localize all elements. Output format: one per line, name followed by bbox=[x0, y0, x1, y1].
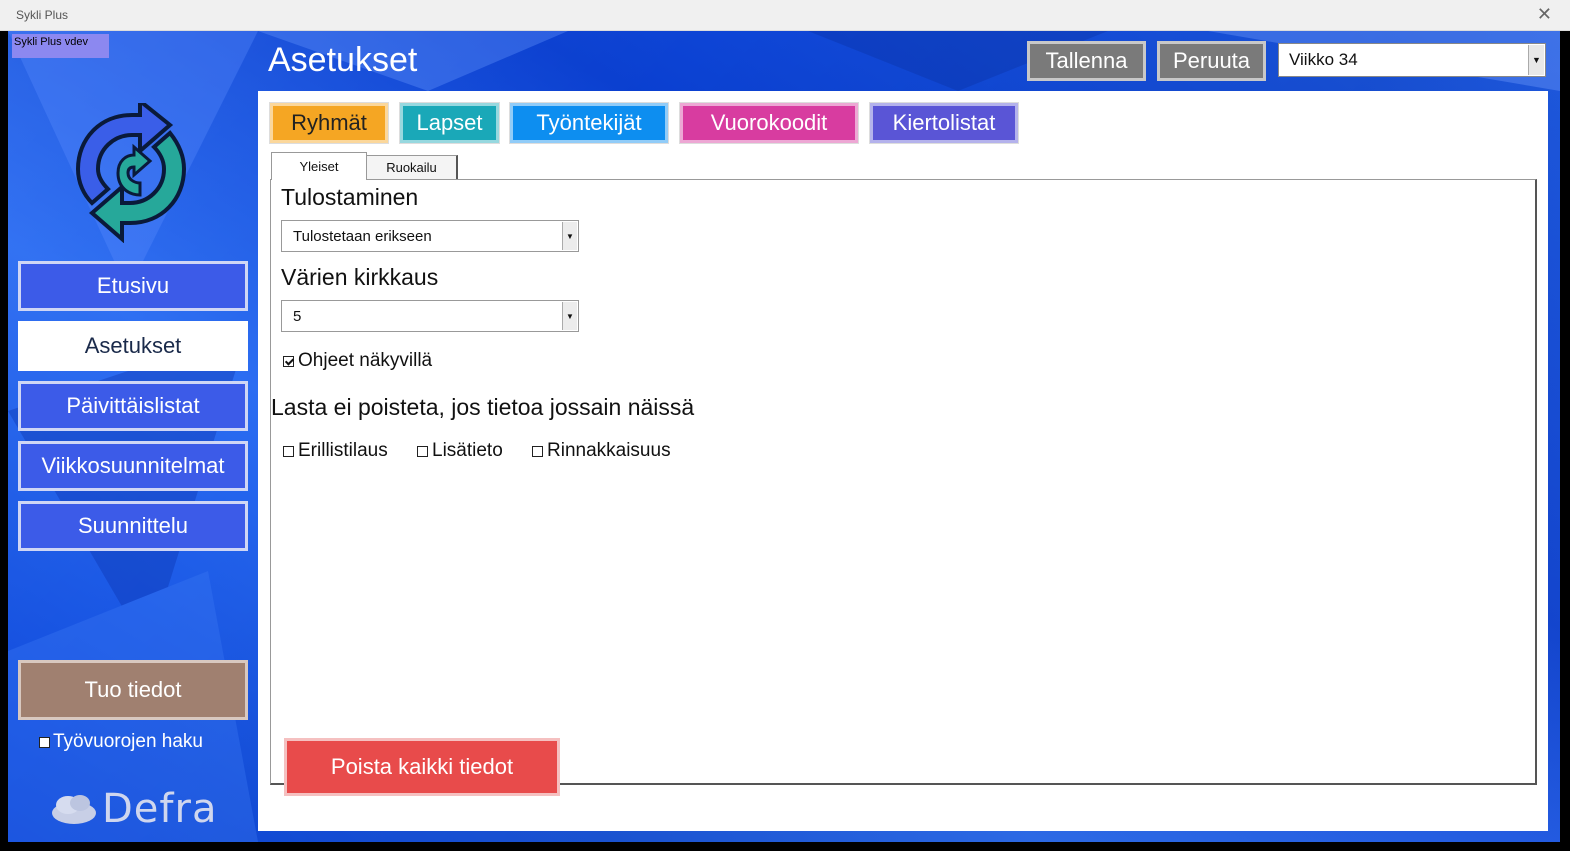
checkbox-icon[interactable] bbox=[532, 445, 543, 457]
no-delete-heading: Lasta ei poisteta, jos tietoa jossain nä… bbox=[271, 394, 695, 420]
sidebar-item-etusivu[interactable]: Etusivu bbox=[18, 261, 248, 311]
erillistilaus-checkbox[interactable]: Erillistilaus bbox=[283, 440, 388, 462]
defra-logo: Defra bbox=[50, 785, 230, 833]
brightness-select[interactable]: 5 ▼ bbox=[281, 300, 579, 332]
rinnakkaisuus-label: Rinnakkaisuus bbox=[547, 440, 671, 461]
show-instructions-checkbox[interactable]: Ohjeet näkyvillä bbox=[283, 350, 432, 372]
page-title: Asetukset bbox=[268, 41, 418, 79]
chevron-down-icon[interactable]: ▼ bbox=[1528, 45, 1544, 75]
import-data-button[interactable]: Tuo tiedot bbox=[18, 660, 248, 720]
brightness-select-value: 5 bbox=[293, 308, 302, 325]
chevron-down-icon[interactable]: ▼ bbox=[562, 302, 577, 330]
app-logo bbox=[75, 103, 187, 243]
lisatieto-checkbox[interactable]: Lisätieto bbox=[417, 440, 503, 462]
category-ryhmat-button[interactable]: Ryhmät bbox=[269, 102, 389, 144]
category-kiertolistat-button[interactable]: Kiertolistat bbox=[869, 102, 1019, 144]
checkbox-icon[interactable] bbox=[417, 445, 428, 457]
sidebar-item-viikkosuunnitelmat[interactable]: Viikkosuunnitelmat bbox=[18, 441, 248, 491]
settings-panel: Tulostaminen Tulostetaan erikseen ▼ Väri… bbox=[270, 179, 1537, 796]
erillistilaus-label: Erillistilaus bbox=[298, 440, 388, 461]
main-content: Ryhmät Lapset Työntekijät Vuorokoodit Ki… bbox=[258, 91, 1548, 831]
version-badge: Sykli Plus vdev bbox=[12, 34, 109, 58]
printing-select-value: Tulostetaan erikseen bbox=[293, 228, 432, 245]
app-window: Sykli Plus vdev Etusivu Asetukset Päivit… bbox=[8, 31, 1560, 842]
sidebar-item-paivittaislistat[interactable]: Päivittäislistat bbox=[18, 381, 248, 431]
close-icon[interactable]: ✕ bbox=[1537, 4, 1552, 25]
chevron-down-icon[interactable]: ▼ bbox=[562, 222, 577, 250]
printing-select[interactable]: Tulostetaan erikseen ▼ bbox=[281, 220, 579, 252]
cloud-icon bbox=[52, 795, 96, 824]
sidebar-item-asetukset[interactable]: Asetukset bbox=[18, 321, 248, 371]
tab-yleiset[interactable]: Yleiset bbox=[271, 152, 367, 180]
delete-all-button[interactable]: Poista kaikki tiedot bbox=[284, 738, 560, 796]
week-select[interactable]: Viikko 34 ▼ bbox=[1278, 43, 1546, 77]
show-instructions-label: Ohjeet näkyvillä bbox=[298, 350, 433, 371]
brightness-label: Värien kirkkaus bbox=[281, 264, 439, 290]
sidebar-item-suunnittelu[interactable]: Suunnittelu bbox=[18, 501, 248, 551]
cancel-button[interactable]: Peruuta bbox=[1157, 41, 1266, 81]
brand-name: Defra bbox=[102, 786, 218, 832]
lisatieto-label: Lisätieto bbox=[432, 440, 503, 461]
checkbox-checked-icon[interactable] bbox=[283, 355, 294, 367]
checkbox-icon[interactable] bbox=[39, 736, 50, 748]
checkbox-icon[interactable] bbox=[283, 445, 294, 457]
save-button[interactable]: Tallenna bbox=[1027, 41, 1146, 81]
shift-fetch-checkbox[interactable]: Työvuorojen haku bbox=[39, 731, 203, 753]
window-titlebar: Sykli Plus ✕ bbox=[0, 0, 1570, 31]
category-vuorokoodit-button[interactable]: Vuorokoodit bbox=[679, 102, 859, 144]
category-tyontekijat-button[interactable]: Työntekijät bbox=[509, 102, 669, 144]
week-select-value: Viikko 34 bbox=[1289, 50, 1358, 69]
printing-label: Tulostaminen bbox=[281, 184, 419, 210]
window-title: Sykli Plus bbox=[16, 8, 69, 22]
category-lapset-button[interactable]: Lapset bbox=[399, 102, 500, 144]
tab-ruokailu[interactable]: Ruokailu bbox=[366, 155, 458, 179]
shift-fetch-label: Työvuorojen haku bbox=[53, 731, 203, 752]
rinnakkaisuus-checkbox[interactable]: Rinnakkaisuus bbox=[532, 440, 671, 462]
